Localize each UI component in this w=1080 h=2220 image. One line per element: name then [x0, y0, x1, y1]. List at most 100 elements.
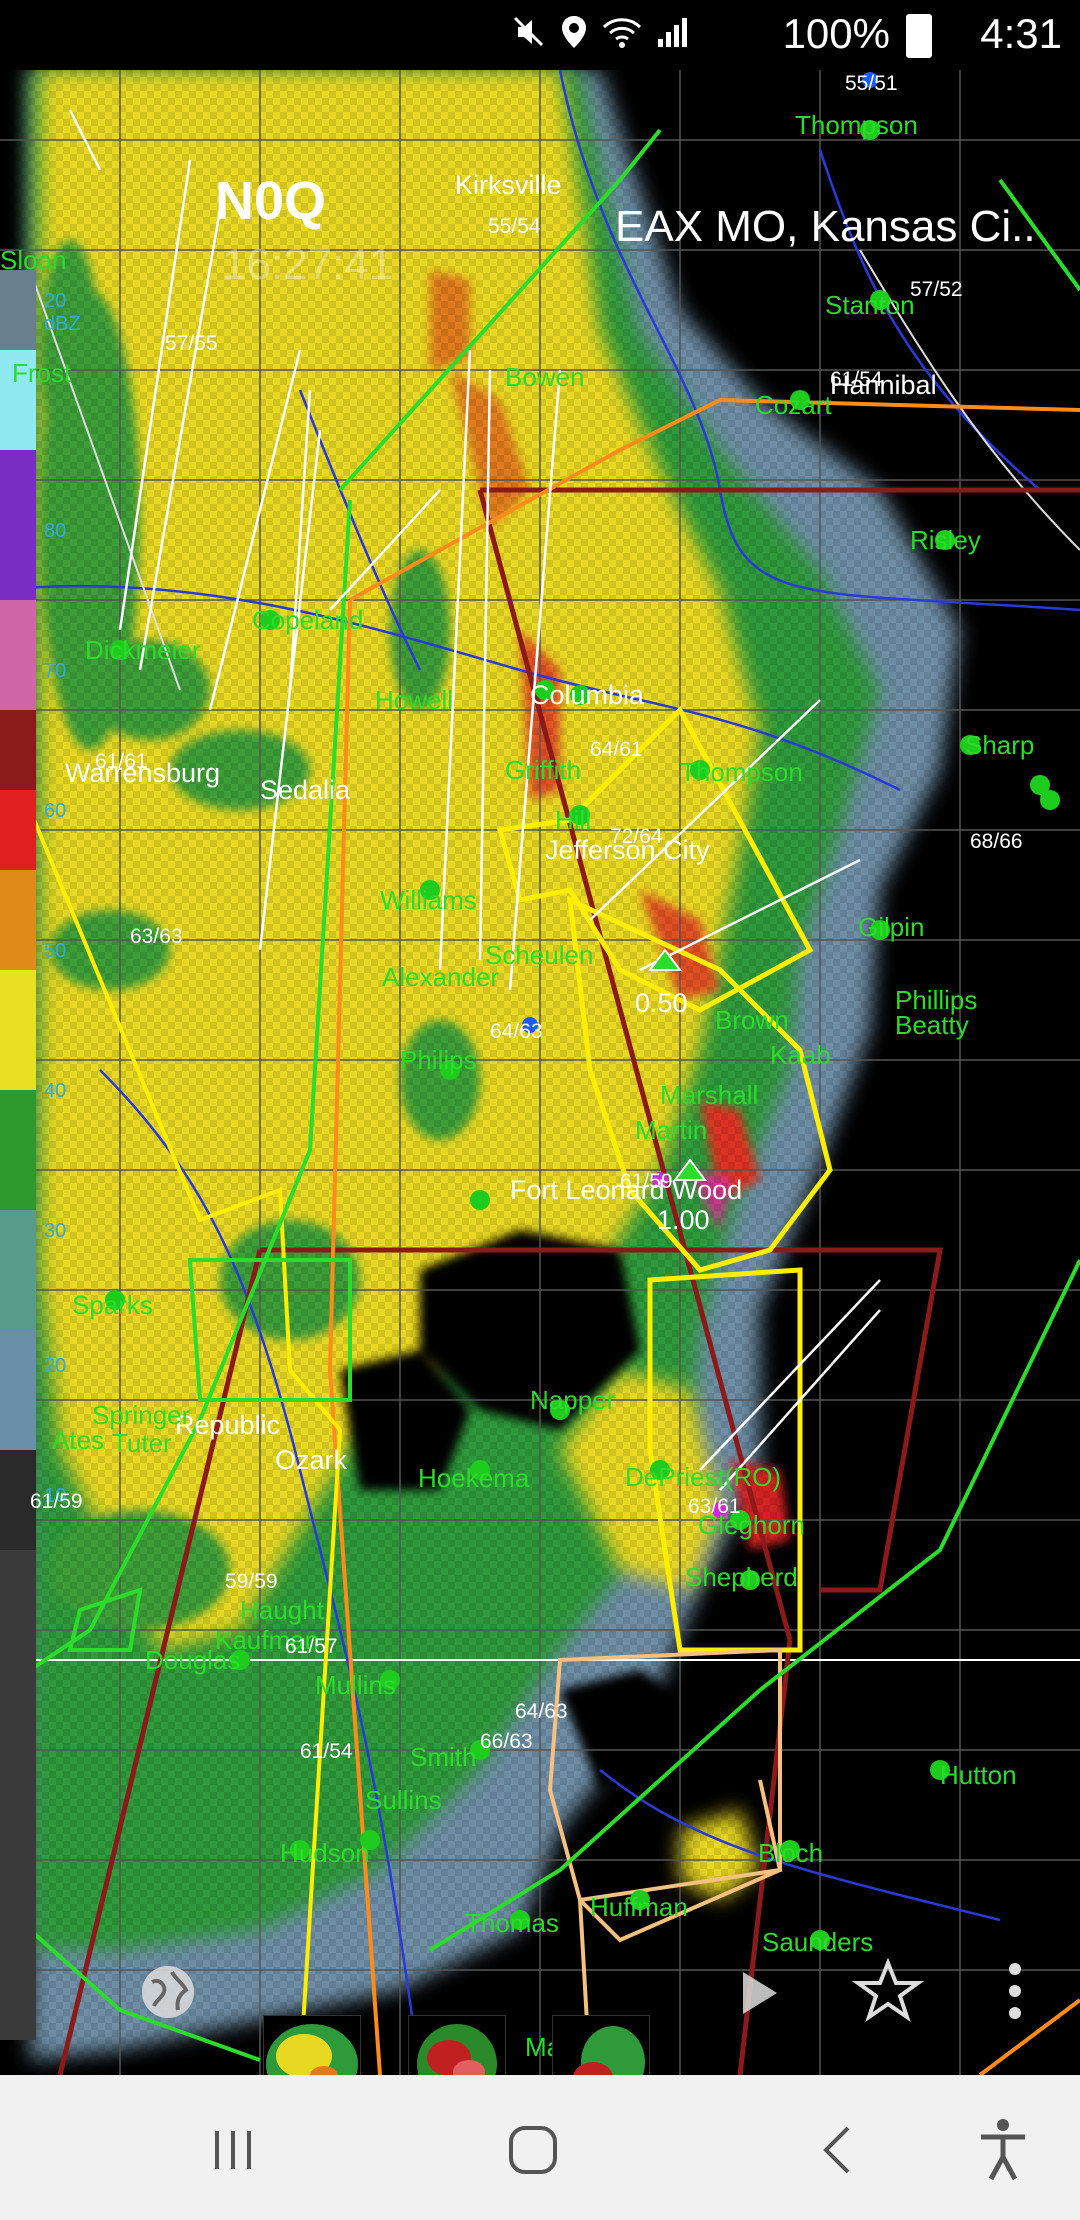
- site-label: Thompson: [795, 110, 918, 140]
- site-label: Brown: [715, 1005, 789, 1035]
- obs-label: 61/59: [620, 1170, 673, 1193]
- obs-label: 72/64: [610, 825, 663, 848]
- legend-tick: 40: [44, 1080, 67, 1102]
- obs-label: 55/51: [845, 72, 898, 95]
- site-label: Saunders: [762, 1927, 874, 1957]
- site-label: Kaab: [770, 1040, 831, 1070]
- obs-label: 59/59: [225, 1570, 278, 1593]
- obs-label: 68/66: [970, 830, 1023, 853]
- site-label: Marshall: [660, 1080, 759, 1110]
- site-label: Martin: [635, 1115, 708, 1145]
- obs-label: 57/52: [910, 278, 963, 301]
- system-nav-bar: [0, 2075, 1080, 2220]
- site-label: Sullins: [365, 1785, 442, 1815]
- city-label: Republic: [175, 1410, 281, 1440]
- signal-icon: [658, 18, 687, 47]
- site-label: Bloch: [758, 1838, 824, 1868]
- obs-label: 64/63: [515, 1700, 568, 1723]
- battery-icon: [906, 14, 932, 58]
- site-label: Sparks: [72, 1290, 153, 1320]
- obs-label: 61/59: [30, 1490, 83, 1513]
- site-label: Sloan: [0, 245, 67, 275]
- site-label: Mullins: [315, 1670, 396, 1700]
- warning-value: 0.50: [635, 988, 688, 1018]
- mute-icon: [513, 16, 544, 47]
- site-label: Smith: [410, 1742, 477, 1772]
- site-label: Thomas: [465, 1908, 559, 1938]
- site-label: Gilpin: [858, 912, 925, 942]
- wifi-icon: [602, 18, 642, 48]
- home-icon[interactable]: [488, 2105, 578, 2195]
- site-label: Copeland: [252, 605, 364, 635]
- obs-label: 61/61: [95, 750, 148, 773]
- site-label: Howell: [375, 685, 454, 715]
- site-label: Shepherd: [685, 1562, 798, 1592]
- site-label: Alexander: [382, 962, 500, 992]
- site-label: Napper: [530, 1385, 616, 1415]
- clock: 4:31: [980, 10, 1062, 57]
- city-label: Kirksville: [455, 170, 562, 200]
- site-label: Cozart: [755, 390, 832, 420]
- site-label: Frost: [12, 358, 72, 388]
- site-label: Hutton: [940, 1760, 1017, 1790]
- radar-station[interactable]: EAX MO, Kansas Ci..: [615, 202, 1036, 252]
- site-label: Williams: [380, 885, 477, 915]
- site-label: Philips: [400, 1045, 477, 1075]
- site-label: DePriest(RO): [625, 1462, 782, 1492]
- legend-tick: 30: [44, 1220, 67, 1242]
- site-label: Tuter: [112, 1428, 172, 1458]
- city-label: Sedalia: [260, 775, 351, 805]
- reflectivity-legend: 20 dBZ 80 70 60 50 40 30 20 10: [0, 270, 81, 2040]
- layer-thumb-velocity[interactable]: [408, 2015, 506, 2075]
- legend-tick: 70: [44, 660, 67, 682]
- city-label: Ozark: [275, 1445, 348, 1475]
- site-label: Hudson: [280, 1838, 370, 1868]
- site-label: Springer: [92, 1400, 191, 1430]
- location-icon: [562, 16, 586, 48]
- battery-percent: 100%: [782, 10, 890, 57]
- site-label: Risley: [910, 525, 981, 555]
- site-label: Beatty: [895, 1010, 969, 1040]
- warning-value: 1.00: [657, 1205, 710, 1235]
- obs-label: 64/63: [490, 1020, 543, 1043]
- radar-map[interactable]: 20 dBZ 80 70 60 50 40 30 20 10 N0Q 16:27…: [0, 70, 1080, 2075]
- legend-tick: 20: [44, 1355, 67, 1377]
- accessibility-icon[interactable]: [958, 2105, 1048, 2195]
- obs-label: 55/54: [488, 215, 541, 238]
- legend-colorbar: [0, 270, 36, 2040]
- obs-label: 61/54: [300, 1740, 353, 1763]
- site-label: Bowen: [505, 362, 585, 392]
- legend-tick: 80: [44, 520, 67, 542]
- obs-label: 61/57: [285, 1635, 338, 1658]
- site-label: Sharp: [965, 730, 1035, 760]
- radar-product-code[interactable]: N0Q: [215, 170, 326, 232]
- play-icon[interactable]: [723, 1958, 793, 2028]
- recent-apps-icon[interactable]: [188, 2105, 278, 2195]
- site-label: Stanton: [825, 290, 915, 320]
- status-bar: 100% 4:31: [0, 0, 1080, 70]
- site-label: Dickmeier: [85, 635, 201, 665]
- star-icon[interactable]: [851, 1955, 925, 2027]
- back-icon[interactable]: [792, 2105, 882, 2195]
- layer-thumb-reflectivity[interactable]: [263, 2015, 361, 2075]
- city-label: Columbia: [530, 680, 645, 710]
- site-label: Haught: [240, 1595, 324, 1625]
- obs-label: 61/54: [830, 368, 883, 391]
- obs-label: 66/63: [480, 1730, 533, 1753]
- obs-label: 57/55: [165, 332, 218, 355]
- obs-label: 63/61: [688, 1495, 741, 1518]
- status-icons: [512, 14, 690, 50]
- obs-label: 63/63: [130, 925, 183, 948]
- obs-label: 64/61: [590, 738, 643, 761]
- site-label: Thompson: [680, 757, 803, 787]
- site-label: Scheulen: [485, 940, 594, 970]
- site-label: Hoekema: [418, 1463, 530, 1493]
- site-label: Griffith: [505, 755, 582, 785]
- site-label: Huffman: [590, 1892, 688, 1922]
- legend-tick: 50: [44, 940, 67, 962]
- layer-thumb-storm[interactable]: [552, 2015, 650, 2075]
- globe-icon[interactable]: [136, 1960, 200, 2024]
- more-vert-icon[interactable]: [1000, 1955, 1030, 2027]
- legend-tick: 60: [44, 800, 67, 822]
- legend-tick: 20 dBZ: [44, 290, 81, 335]
